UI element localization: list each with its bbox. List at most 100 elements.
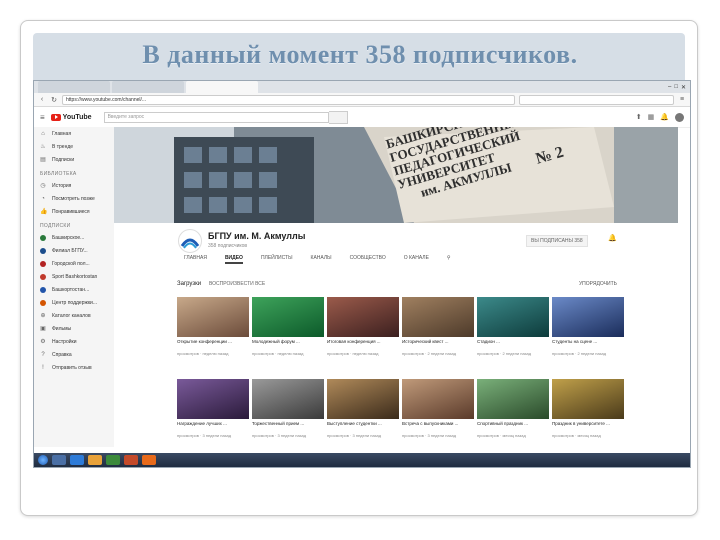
sort-button[interactable]: УПОРЯДОЧИТЬ <box>579 281 617 287</box>
subscription-item[interactable]: Башкортостан... <box>34 283 114 296</box>
video-title[interactable]: Исторический квест ... <box>402 339 474 351</box>
video-title[interactable]: Праздник в университете ... <box>552 421 624 433</box>
channel-search-icon[interactable]: ⚲ <box>447 255 451 264</box>
video-thumbnail[interactable] <box>252 297 324 337</box>
sidebar-item-subscriptions[interactable]: ▤ Подписки <box>34 153 114 166</box>
video-card[interactable]: Молодежный форум ... просмотров · неделю … <box>252 297 324 373</box>
play-all-button[interactable]: ВОСПРОИЗВЕСТИ ВСЕ <box>209 281 265 287</box>
start-button[interactable] <box>38 455 48 465</box>
video-card[interactable]: Открытие конференции ... просмотров · нед… <box>177 297 249 373</box>
sidebar-item-label: Каталог каналов <box>52 312 91 319</box>
browser-tab[interactable] <box>38 81 110 93</box>
sidebar-item-home[interactable]: ⌂ Главная <box>34 127 114 140</box>
tab-community[interactable]: СООБЩЕСТВО <box>350 255 386 264</box>
notifications-icon[interactable]: 🔔 <box>660 113 669 121</box>
hamburger-icon[interactable]: ≡ <box>40 113 45 122</box>
bell-icon[interactable]: 🔔 <box>608 234 617 242</box>
sidebar-item-movies[interactable]: ▣ Фильмы <box>34 322 114 335</box>
ie-icon[interactable] <box>70 455 84 465</box>
video-title[interactable]: Открытие конференции ... <box>177 339 249 351</box>
firefox-icon[interactable] <box>142 455 156 465</box>
slide-title: В данный момент 358 подписчиков. <box>142 40 578 69</box>
video-title[interactable]: Молодежный форум ... <box>252 339 324 351</box>
video-thumbnail[interactable] <box>402 379 474 419</box>
tab-home[interactable]: ГЛАВНАЯ <box>184 255 207 264</box>
subscription-label: Центр поддержки... <box>52 299 97 306</box>
video-thumbnail[interactable] <box>177 379 249 419</box>
sidebar-item-trending[interactable]: ♨ В тренде <box>34 140 114 153</box>
subscription-item[interactable]: Городской пол... <box>34 257 114 270</box>
sidebar-item-settings[interactable]: ⚙ Настройки <box>34 335 114 348</box>
video-title[interactable]: Награждение лучших ... <box>177 421 249 433</box>
search-button[interactable] <box>328 110 348 124</box>
browser-search-input[interactable] <box>519 94 674 105</box>
subscribe-button[interactable]: ВЫ ПОДПИСАНЫ 358 <box>526 235 588 247</box>
video-card[interactable]: Исторический квест ... просмотров · 2 нед… <box>402 297 474 373</box>
video-thumbnail[interactable] <box>177 297 249 337</box>
tab-videos[interactable]: ВИДЕО <box>224 255 243 264</box>
channel-header: БГПУ им. М. Акмуллы 358 подписчиков ВЫ П… <box>114 223 678 265</box>
video-card[interactable]: Встреча с выпускниками ... просмотров · 3… <box>402 379 474 455</box>
subscription-item[interactable]: Sport Bashkortostan <box>34 270 114 283</box>
tab-channels[interactable]: КАНАЛЫ <box>311 255 332 264</box>
video-card[interactable]: Награждение лучших ... просмотров · 3 нед… <box>177 379 249 455</box>
channel-avatar <box>40 234 46 241</box>
youtube-search-input[interactable]: Введите запрос <box>103 111 329 123</box>
video-title[interactable]: Итоговая конференция ... <box>327 339 399 351</box>
video-card[interactable]: Праздник в университете ... просмотров · … <box>552 379 624 455</box>
video-meta: просмотров · месяц назад <box>477 433 526 438</box>
video-thumbnail[interactable] <box>552 379 624 419</box>
video-meta: просмотров · 2 недели назад <box>402 351 457 356</box>
tab-about[interactable]: О КАНАЛЕ <box>404 255 429 264</box>
reload-icon[interactable]: ↻ <box>50 96 58 104</box>
minimize-icon[interactable]: – <box>668 84 671 91</box>
video-thumbnail[interactable] <box>327 297 399 337</box>
video-title[interactable]: Студенты на сцене ... <box>552 339 624 351</box>
video-card[interactable]: Выступление студентки ... просмотров · 3 … <box>327 379 399 455</box>
video-card[interactable]: Торжественный прием ... просмотров · 3 не… <box>252 379 324 455</box>
browser-tab[interactable] <box>112 81 184 93</box>
app-icon[interactable] <box>124 455 138 465</box>
video-card[interactable]: Стадион ... просмотров · 2 недели назад <box>477 297 549 373</box>
video-thumbnail[interactable] <box>552 297 624 337</box>
subscription-item[interactable]: Филиал БГПУ... <box>34 244 114 257</box>
subscription-item[interactable]: Башкирское... <box>34 231 114 244</box>
video-title[interactable]: Спортивный праздник ... <box>477 421 549 433</box>
avatar[interactable] <box>675 112 684 122</box>
sidebar-item-label: Понравившиеся <box>52 208 90 215</box>
folder-icon[interactable] <box>88 455 102 465</box>
tab-playlists[interactable]: ПЛЕЙЛИСТЫ <box>261 255 293 264</box>
video-title[interactable]: Торжественный прием ... <box>252 421 324 433</box>
video-title[interactable]: Выступление студентки ... <box>327 421 399 433</box>
video-thumbnail[interactable] <box>327 379 399 419</box>
close-icon[interactable]: ✕ <box>681 84 686 91</box>
sidebar-item-liked[interactable]: 👍 Понравившиеся <box>34 205 114 218</box>
menu-icon[interactable]: ≡ <box>678 96 686 103</box>
sidebar: ⌂ Главная ♨ В тренде ▤ Подписки БИБЛИОТЕКА … <box>34 127 114 447</box>
video-card[interactable]: Спортивный праздник ... просмотров · меся… <box>477 379 549 455</box>
channel-logo[interactable] <box>178 229 202 253</box>
apps-icon[interactable]: ▦ <box>648 113 655 121</box>
browser-tab-active[interactable] <box>186 81 258 93</box>
sidebar-item-feedback[interactable]: ! Отправить отзыв <box>34 361 114 374</box>
maximize-icon[interactable]: □ <box>674 84 678 91</box>
sidebar-item-history[interactable]: ◷ История <box>34 179 114 192</box>
upload-icon[interactable]: ⬆ <box>636 113 642 121</box>
sidebar-item-browse-channels[interactable]: ⊕ Каталог каналов <box>34 309 114 322</box>
video-thumbnail[interactable] <box>252 379 324 419</box>
sidebar-item-help[interactable]: ? Справка <box>34 348 114 361</box>
video-thumbnail[interactable] <box>477 379 549 419</box>
video-title[interactable]: Стадион ... <box>477 339 549 351</box>
media-icon[interactable] <box>106 455 120 465</box>
sidebar-item-watch-later[interactable]: ◔ Посмотреть позже <box>34 192 114 205</box>
back-icon[interactable]: ‹ <box>38 96 46 103</box>
video-card[interactable]: Студенты на сцене ... просмотров · 2 неде… <box>552 297 624 373</box>
url-input[interactable]: https://www.youtube.com/channel/... <box>62 94 515 105</box>
subscription-item[interactable]: Центр поддержки... <box>34 296 114 309</box>
youtube-logo[interactable]: YouTube <box>50 113 92 121</box>
video-thumbnail[interactable] <box>477 297 549 337</box>
video-thumbnail[interactable] <box>402 297 474 337</box>
video-card[interactable]: Итоговая конференция ... просмотров · нед… <box>327 297 399 373</box>
video-title[interactable]: Встреча с выпускниками ... <box>402 421 474 433</box>
explorer-icon[interactable] <box>52 455 66 465</box>
